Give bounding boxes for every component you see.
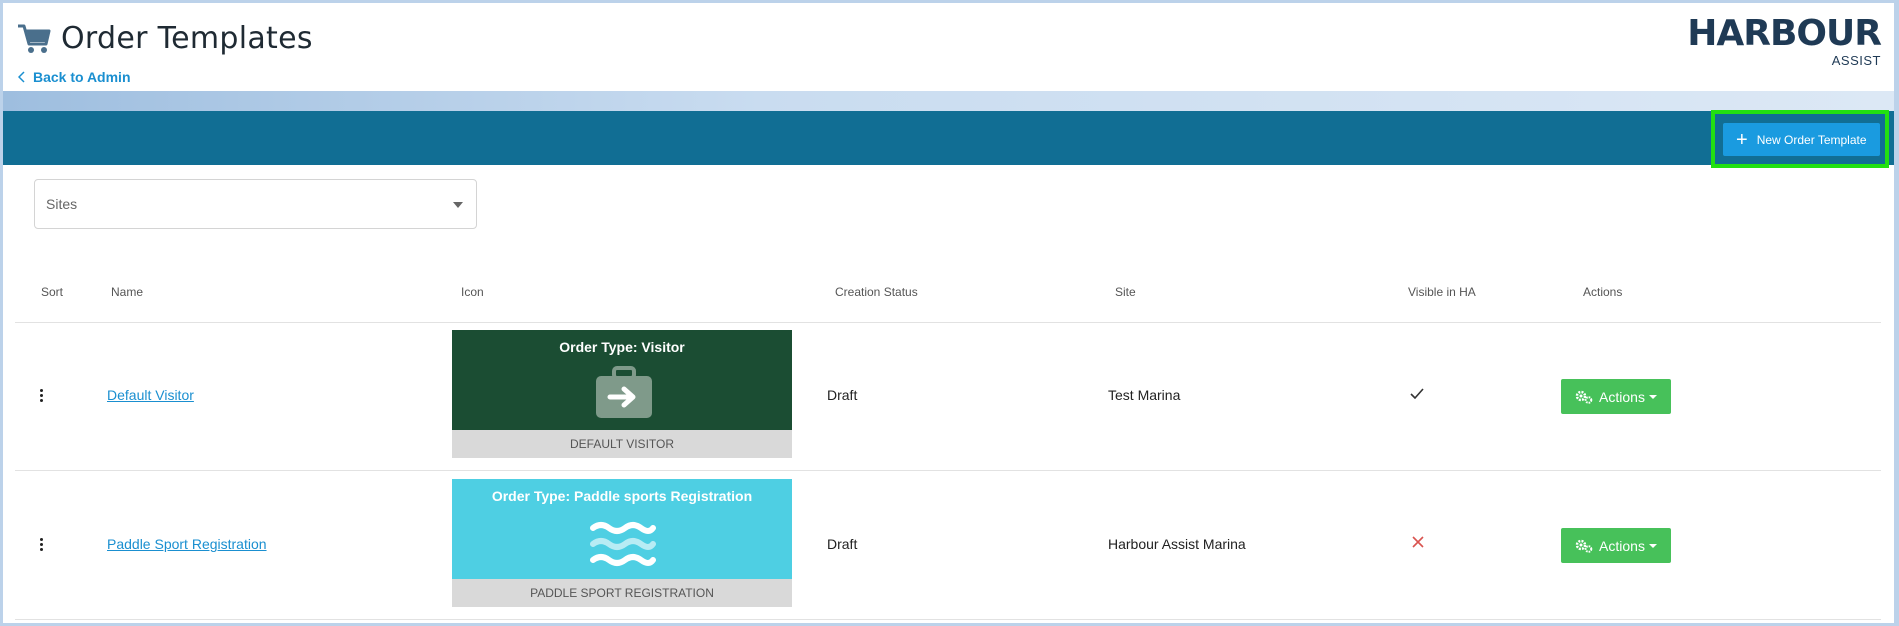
- creation-status: Draft: [827, 387, 858, 403]
- page-title: Order Templates: [61, 21, 313, 56]
- page-header: Order Templates Back to Admin HARBOUR AS…: [3, 3, 1894, 91]
- column-header-site[interactable]: Site: [1115, 285, 1136, 299]
- template-name-link[interactable]: Paddle Sport Registration: [107, 536, 267, 552]
- new-order-template-label: New Order Template: [1756, 132, 1867, 147]
- drag-handle-icon[interactable]: [40, 538, 44, 553]
- actions-dropdown-button[interactable]: Actions: [1561, 528, 1671, 563]
- water-waves-icon: [590, 522, 656, 566]
- caret-down-icon: [453, 202, 463, 208]
- header-divider: [3, 91, 1894, 111]
- gears-icon: [1575, 390, 1593, 404]
- app-window: Order Templates Back to Admin HARBOUR AS…: [3, 3, 1894, 623]
- chevron-left-icon: [18, 71, 25, 83]
- actions-label: Actions: [1599, 388, 1645, 405]
- icon-card-caption: PADDLE SPORT REGISTRATION: [452, 579, 792, 607]
- template-icon-card: Order Type: Visitor DEFAULT VISITOR: [452, 330, 792, 458]
- icon-card-title: Order Type: Paddle sports Registration: [491, 488, 753, 504]
- row-divider-line: [15, 619, 1881, 620]
- briefcase-arrow-icon: [596, 366, 652, 418]
- actions-dropdown-button[interactable]: Actions: [1561, 379, 1671, 414]
- back-to-admin-label: Back to Admin: [33, 69, 131, 85]
- logo-subtitle: ASSIST: [1831, 53, 1881, 68]
- harbour-assist-logo: HARBOUR ASSIST: [1687, 13, 1882, 69]
- icon-card-header: Order Type: Visitor: [452, 330, 792, 430]
- sites-select[interactable]: Sites: [34, 179, 477, 229]
- drag-handle-icon[interactable]: [40, 389, 44, 404]
- column-header-icon[interactable]: Icon: [461, 285, 484, 299]
- row-divider-line: [15, 470, 1881, 471]
- caret-down-icon: [1648, 543, 1657, 548]
- creation-status: Draft: [827, 536, 858, 552]
- cart-icon: [18, 24, 51, 53]
- site-name: Harbour Assist Marina: [1108, 536, 1246, 552]
- actions-label: Actions: [1599, 537, 1645, 554]
- check-icon: [1410, 388, 1424, 399]
- icon-card-caption: DEFAULT VISITOR: [452, 430, 792, 458]
- sites-select-placeholder: Sites: [46, 196, 78, 212]
- template-name-link[interactable]: Default Visitor: [107, 387, 194, 403]
- caret-down-icon: [1648, 394, 1657, 399]
- column-header-creation-status[interactable]: Creation Status: [835, 285, 918, 299]
- plus-icon: +: [1736, 128, 1748, 151]
- logo-wordmark: HARBOUR: [1687, 13, 1882, 54]
- icon-card-header: Order Type: Paddle sports Registration: [452, 479, 792, 579]
- new-order-template-button[interactable]: + New Order Template: [1723, 123, 1880, 156]
- back-to-admin-link[interactable]: Back to Admin: [18, 69, 131, 85]
- column-header-name[interactable]: Name: [111, 285, 143, 299]
- gears-icon: [1575, 539, 1593, 553]
- column-header-visible-in-ha[interactable]: Visible in HA: [1408, 285, 1476, 299]
- toolbar-band: [3, 111, 1894, 165]
- template-icon-card: Order Type: Paddle sports Registration P…: [452, 479, 792, 607]
- cross-icon: [1412, 536, 1424, 548]
- icon-card-title: Order Type: Visitor: [559, 339, 685, 355]
- site-name: Test Marina: [1108, 387, 1181, 403]
- column-header-sort[interactable]: Sort: [41, 285, 63, 299]
- column-header-actions: Actions: [1583, 285, 1623, 299]
- header-divider-line: [15, 322, 1881, 323]
